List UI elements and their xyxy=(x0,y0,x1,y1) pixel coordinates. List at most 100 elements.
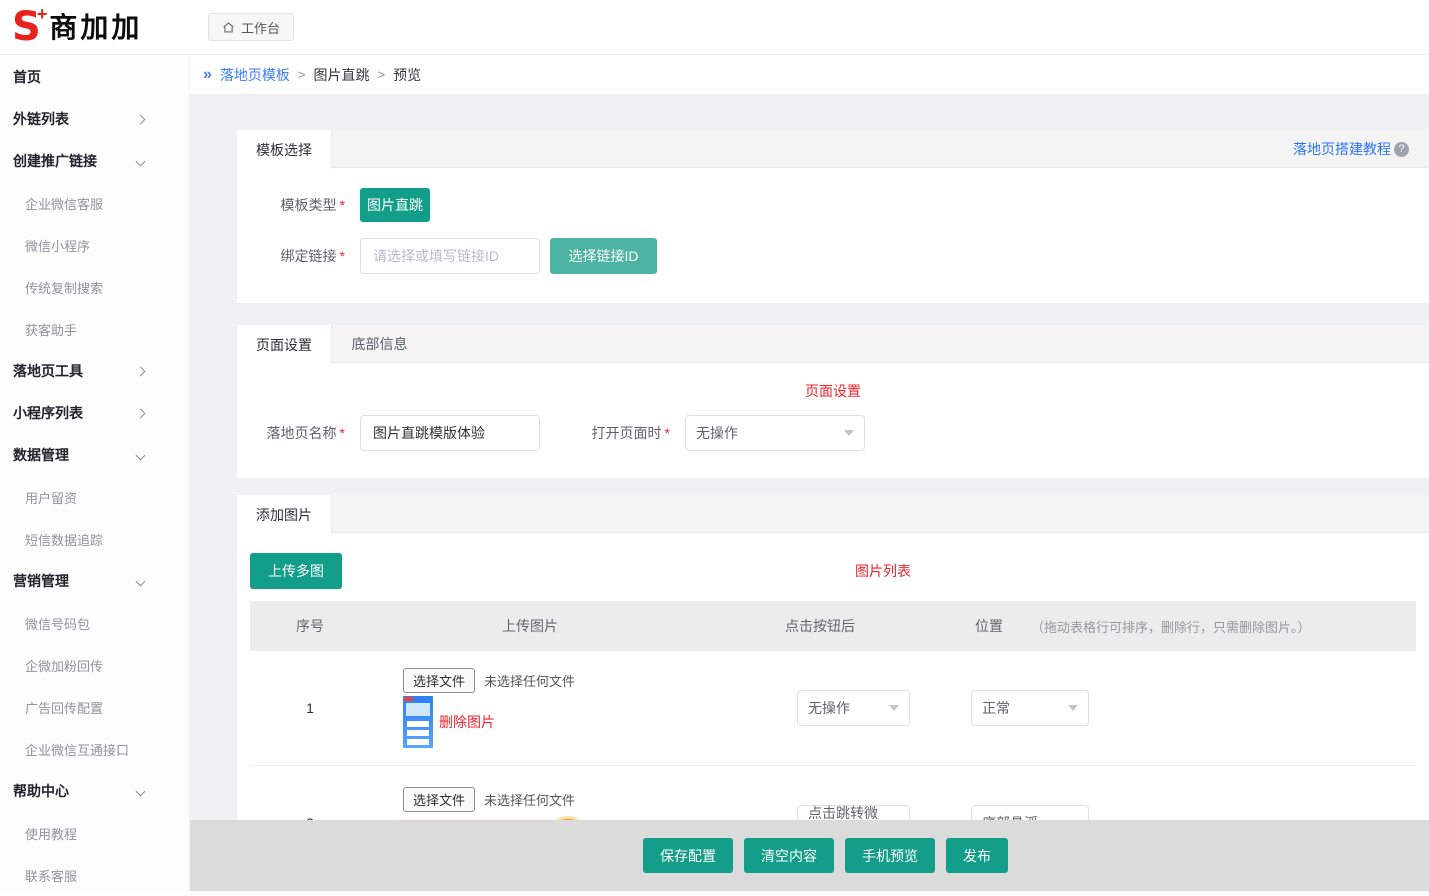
sidebar-item-label: 广告回传配置 xyxy=(25,698,103,717)
sidebar-item-label: 数据管理 xyxy=(13,445,69,465)
footer-action-bar: 保存配置 清空内容 手机预览 发布 xyxy=(190,820,1429,891)
row-upload-cell: 选择文件 未选择任何文件 删除图片 xyxy=(370,668,690,748)
sidebar-item-user-leads[interactable]: 用户留资 xyxy=(0,476,189,518)
on-open-label: 打开页面时* xyxy=(540,423,670,443)
position-select[interactable]: 正常 xyxy=(971,690,1089,726)
mobile-preview-button[interactable]: 手机预览 xyxy=(845,838,935,873)
clear-content-button[interactable]: 清空内容 xyxy=(744,838,834,873)
uploaded-image-thumbnail[interactable] xyxy=(403,696,433,748)
required-asterisk: * xyxy=(665,425,670,441)
images-table-header: 序号 上传图片 点击按钮后 位置 （拖动表格行可排序，删除行，只需删除图片。） xyxy=(250,601,1416,651)
choose-file-button[interactable]: 选择文件 xyxy=(403,787,475,812)
required-asterisk: * xyxy=(340,197,345,213)
sidebar-item-wechat-miniprogram[interactable]: 微信小程序 xyxy=(0,224,189,266)
images-toolbar: 上传多图 图片列表 xyxy=(237,533,1429,589)
file-status-text: 未选择任何文件 xyxy=(484,671,575,690)
sidebar-nav: 首页 外链列表 创建推广链接 企业微信客服 微信小程序 传统复制搜索 获客助手 … xyxy=(0,56,190,891)
col-header-position: 位置 （拖动表格行可排序，删除行，只需删除图片。） xyxy=(950,616,1416,636)
sidebar-item-data-management[interactable]: 数据管理 xyxy=(0,434,189,476)
tab-label: 添加图片 xyxy=(256,505,312,525)
sidebar-item-label: 传统复制搜索 xyxy=(25,278,103,297)
tab-page-settings[interactable]: 页面设置 xyxy=(237,325,332,364)
template-card-tabbar: 模板选择 落地页搭建教程 ? xyxy=(237,130,1429,168)
sidebar-item-label: 企微加粉回传 xyxy=(25,656,103,675)
chevron-right-icon xyxy=(136,408,146,418)
tab-label: 页面设置 xyxy=(256,335,312,355)
page-card-tabbar: 页面设置 底部信息 xyxy=(237,325,1429,363)
breadcrumb-link-landing-templates[interactable]: 落地页模板 xyxy=(220,65,290,85)
chevron-right-icon xyxy=(136,114,146,124)
after-click-select-value: 无操作 xyxy=(808,698,850,718)
sidebar-item-marketing[interactable]: 营销管理 xyxy=(0,560,189,602)
caret-down-icon xyxy=(844,430,854,436)
sidebar-item-label: 小程序列表 xyxy=(13,403,83,423)
required-asterisk: * xyxy=(340,425,345,441)
sidebar-item-miniprogram-list[interactable]: 小程序列表 xyxy=(0,392,189,434)
page-name-input[interactable] xyxy=(360,415,540,451)
sidebar-item-label: 企业微信客服 xyxy=(25,194,103,213)
tab-template-select[interactable]: 模板选择 xyxy=(237,130,332,169)
sidebar-item-copy-search[interactable]: 传统复制搜索 xyxy=(0,266,189,308)
landing-tutorial-link[interactable]: 落地页搭建教程 ? xyxy=(1293,130,1409,168)
publish-button[interactable]: 发布 xyxy=(946,838,1008,873)
sidebar-item-contact-support[interactable]: 联系客服 xyxy=(0,854,189,896)
workbench-label: 工作台 xyxy=(241,18,280,37)
breadcrumb-separator: > xyxy=(298,67,306,82)
chevron-down-icon xyxy=(136,156,146,166)
sidebar-item-home[interactable]: 首页 xyxy=(0,56,189,98)
sidebar-item-label: 用户留资 xyxy=(25,488,77,507)
caret-down-icon xyxy=(1068,705,1078,711)
template-type-image-jump-button[interactable]: 图片直跳 xyxy=(360,188,430,222)
sidebar-item-wecom-fan-callback[interactable]: 企微加粉回传 xyxy=(0,644,189,686)
sidebar-item-wecom-interconnect[interactable]: 企业微信互通接口 xyxy=(0,728,189,770)
sidebar-item-label: 短信数据追踪 xyxy=(25,530,103,549)
sidebar-item-sms-tracking[interactable]: 短信数据追踪 xyxy=(0,518,189,560)
sidebar-item-customer-helper[interactable]: 获客助手 xyxy=(0,308,189,350)
chevron-down-icon xyxy=(136,576,146,586)
table-row: 1 选择文件 未选择任何文件 删除图片 无操作 xyxy=(250,651,1416,766)
sidebar-item-landing-tools[interactable]: 落地页工具 xyxy=(0,350,189,392)
chevron-down-icon xyxy=(136,450,146,460)
after-click-select[interactable]: 无操作 xyxy=(797,690,910,726)
template-type-label: 模板类型* xyxy=(237,195,345,215)
sidebar-item-ad-callback-config[interactable]: 广告回传配置 xyxy=(0,686,189,728)
breadcrumb-separator: > xyxy=(378,67,386,82)
sidebar-item-create-promo-link[interactable]: 创建推广链接 xyxy=(0,140,189,182)
page-name-label: 落地页名称* xyxy=(237,423,345,443)
tab-add-images[interactable]: 添加图片 xyxy=(237,495,332,534)
sidebar-item-wechat-number-pack[interactable]: 微信号码包 xyxy=(0,602,189,644)
select-link-id-button[interactable]: 选择链接ID xyxy=(550,238,657,274)
breadcrumb-item-image-jump: 图片直跳 xyxy=(314,65,370,85)
page-settings-card: 页面设置 底部信息 页面设置 落地页名称* 打开页面时* 无操作 xyxy=(237,325,1429,478)
sidebar-item-external-links[interactable]: 外链列表 xyxy=(0,98,189,140)
tab-label: 模板选择 xyxy=(256,140,312,160)
col-header-upload: 上传图片 xyxy=(370,616,690,636)
sidebar-item-label: 外链列表 xyxy=(13,109,69,129)
sidebar-item-label: 落地页工具 xyxy=(13,361,83,381)
sidebar-item-label: 帮助中心 xyxy=(13,781,69,801)
on-open-select-value: 无操作 xyxy=(696,423,738,443)
sidebar-item-label: 首页 xyxy=(13,67,41,87)
tab-footer-info[interactable]: 底部信息 xyxy=(332,325,427,363)
page-settings-section-title: 页面设置 xyxy=(237,381,1429,401)
sidebar-item-help-center[interactable]: 帮助中心 xyxy=(0,770,189,812)
sidebar-item-label: 联系客服 xyxy=(25,866,77,885)
question-circle-icon[interactable]: ? xyxy=(1394,142,1409,157)
link-id-input[interactable] xyxy=(360,238,540,274)
bind-link-label: 绑定链接* xyxy=(237,246,345,266)
template-select-card: 模板选择 落地页搭建教程 ? 模板类型* 图片直跳 绑定链接* 选择链接ID xyxy=(237,130,1429,303)
sidebar-item-wecom-service[interactable]: 企业微信客服 xyxy=(0,182,189,224)
sidebar-item-tutorials[interactable]: 使用教程 xyxy=(0,812,189,854)
save-config-button[interactable]: 保存配置 xyxy=(643,838,733,873)
choose-file-button[interactable]: 选择文件 xyxy=(403,668,475,693)
col-header-index: 序号 xyxy=(250,616,370,636)
sidebar-item-label: 营销管理 xyxy=(13,571,69,591)
required-asterisk: * xyxy=(340,248,345,264)
workbench-tab[interactable]: 工作台 xyxy=(208,13,294,41)
logo-plus-mark: + xyxy=(37,7,48,21)
on-open-select[interactable]: 无操作 xyxy=(685,415,865,451)
sidebar-item-label: 使用教程 xyxy=(25,824,77,843)
col-header-after-click: 点击按钮后 xyxy=(690,616,950,636)
images-card-tabbar: 添加图片 xyxy=(237,495,1429,533)
delete-image-link[interactable]: 删除图片 xyxy=(439,712,495,732)
